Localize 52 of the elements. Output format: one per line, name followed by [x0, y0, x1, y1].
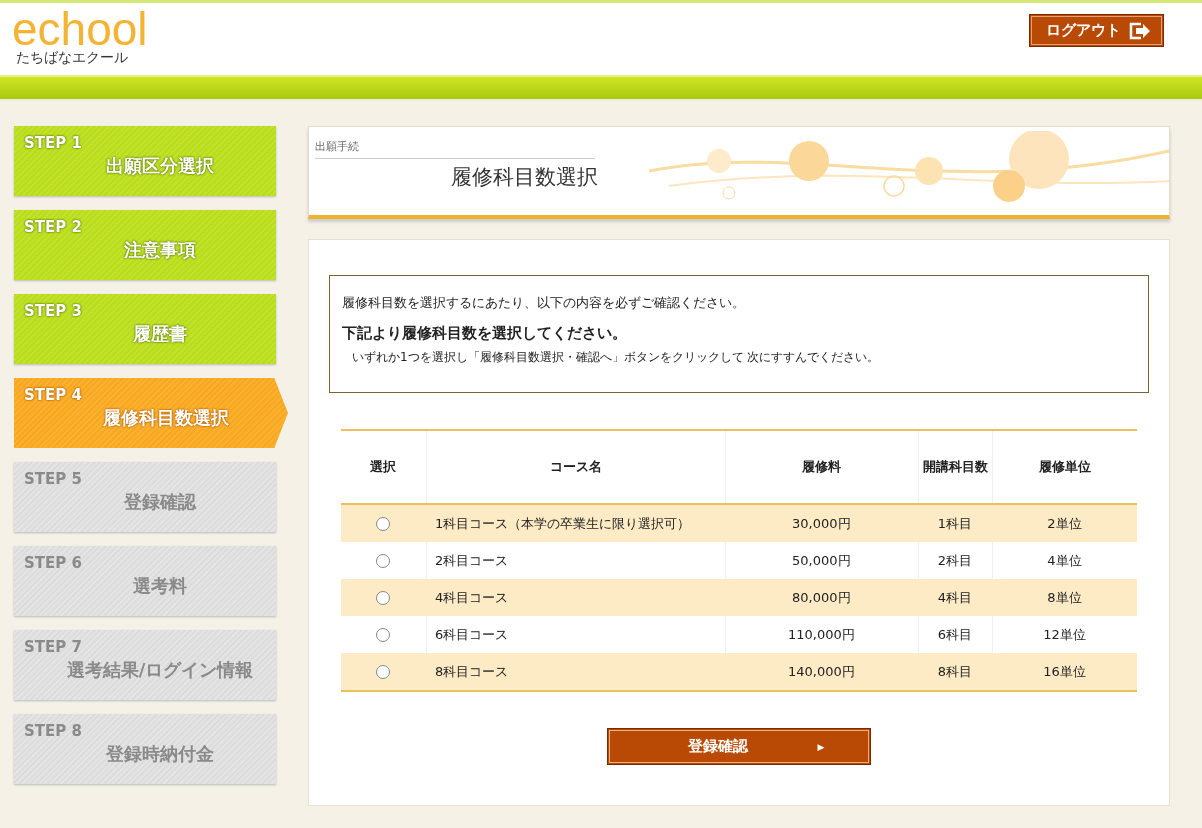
table-cell: 2科目	[918, 542, 993, 579]
logo: echool	[12, 9, 148, 49]
step-number: STEP 8	[24, 722, 83, 740]
page-title: 履修科目数選択	[451, 164, 595, 191]
table-cell: 4科目	[918, 579, 993, 616]
step-number: STEP 7	[24, 638, 83, 656]
step-label: 選考結果/ログイン情報	[66, 658, 254, 682]
step-label: 注意事項	[124, 238, 196, 262]
step-number: STEP 5	[24, 470, 83, 488]
step-number: STEP 2	[24, 218, 83, 236]
step-number: STEP 6	[24, 554, 83, 572]
arrow-icon: ▶	[817, 741, 825, 752]
table-cell: 1科目コース（本学の卒業生に限り選択可）	[426, 504, 726, 542]
confirm-button[interactable]: 登録確認 ▶	[607, 728, 871, 765]
table-cell: 8科目	[918, 653, 993, 691]
radio-button[interactable]	[375, 665, 390, 680]
table-cell: 1科目	[918, 504, 993, 542]
step-label: 履歴書	[133, 322, 187, 346]
notice-intro: 履修科目数を選択するにあたり、以下の内容を必ずご確認ください。	[342, 294, 746, 312]
step-label: 出願区分選択	[106, 154, 214, 178]
logout-button[interactable]: ログアウト	[1029, 14, 1164, 47]
table-cell: 110,000円	[725, 616, 919, 653]
table-cell: 16単位	[992, 653, 1137, 691]
table-cell: 8科目コース	[426, 653, 726, 691]
logout-icon	[1129, 21, 1151, 40]
table-cell: 50,000円	[725, 542, 919, 579]
banner-category: 出願手続	[315, 139, 595, 159]
step-label: 選考料	[133, 574, 187, 598]
table-cell: 8単位	[992, 579, 1137, 616]
radio-button[interactable]	[375, 517, 390, 532]
table-cell: 6科目コース	[426, 616, 726, 653]
radio-button[interactable]	[375, 628, 390, 643]
step-number: STEP 1	[24, 134, 83, 152]
table-cell: 6科目	[918, 616, 993, 653]
table-cell: 4単位	[992, 542, 1137, 579]
step-number: STEP 4	[24, 386, 83, 404]
table-cell: 30,000円	[725, 504, 919, 542]
notice-heading: 下記より履修科目数を選択してください。	[342, 324, 628, 343]
step-number: STEP 3	[24, 302, 83, 320]
table-cell: 4科目コース	[426, 579, 726, 616]
logo-subtitle: たちばなエクール	[16, 49, 129, 67]
step-label: 登録時納付金	[106, 742, 214, 766]
table-cell: 2単位	[992, 504, 1137, 542]
notice-text: いずれか1つを選択し「履修科目数選択・確認へ」ボタンをクリックして 次にすすんでください。	[351, 349, 881, 366]
table-cell: 2科目コース	[426, 542, 726, 579]
radio-button[interactable]	[375, 591, 390, 606]
table-cell: 140,000円	[725, 653, 919, 691]
step-label: 履修科目数選択	[103, 406, 229, 430]
table-cell: 12単位	[992, 616, 1137, 653]
step-label: 登録確認	[124, 490, 196, 514]
table-cell: 80,000円	[725, 579, 919, 616]
radio-button[interactable]	[375, 554, 390, 569]
